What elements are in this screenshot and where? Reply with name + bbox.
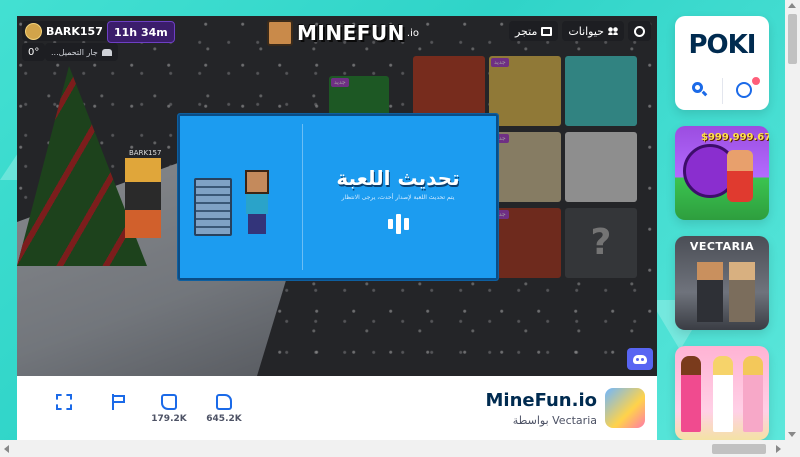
fullscreen-icon [56,394,72,410]
players-icon [101,48,112,56]
shop-icon [541,26,553,36]
profile-button[interactable] [736,82,752,98]
tile-money-label: $999,999.67 [701,132,769,143]
playtime-badge: 11h 34m [107,21,175,43]
pets-label: حيوانات [568,24,604,38]
recommended-game-tile[interactable]: VECTARIA [675,236,769,330]
tile-character [743,356,763,432]
scroll-left-arrow-icon[interactable] [4,445,9,453]
shop-button[interactable]: متجر [508,21,559,41]
vertical-scrollbar[interactable] [785,0,800,440]
recommended-game-tile[interactable] [675,346,769,440]
vertical-scroll-thumb[interactable] [788,14,797,64]
discord-icon [633,354,647,364]
scroll-down-arrow-icon[interactable] [788,432,796,437]
thumbs-down-icon [161,394,177,410]
pets-button[interactable]: حيوانات [562,21,624,41]
tile-title: VECTARIA [689,240,755,253]
search-icon [692,82,703,93]
divider [722,78,723,104]
flag-icon [112,394,128,410]
poki-logo[interactable]: POKI [675,30,769,60]
player-username: BARK157 [46,24,103,38]
runner-character [727,150,753,202]
tile-character [697,262,723,322]
game-title: MineFun.io [485,390,597,411]
discord-button[interactable] [627,348,653,370]
update-subtitle: يتم تحديث اللعبة لإصدار أحدث، يرجى الانت… [341,194,455,201]
notification-dot [751,76,761,86]
logo-text: MINEFUN [297,21,405,45]
horizontal-scroll-thumb[interactable] [712,444,766,454]
dialog-divider [302,124,303,270]
playtime-text: 11h 34m [114,25,168,39]
loading-indicator: ...جار التحميل [45,43,118,61]
like-button[interactable]: 645.2K [206,394,242,434]
dislike-button[interactable]: 179.2K [151,394,187,434]
shop-label: متجر [514,24,538,38]
rotation-text: 0° [28,46,40,58]
recommended-game-tile[interactable]: $999,999.67 [675,126,769,220]
game-developer[interactable]: بواسطة Vectaria [513,414,597,427]
update-dialog: تحديث اللعبة يتم تحديث اللعبة لإصدار أحد… [177,113,499,281]
logo-face-icon [267,20,293,46]
poki-nav-card: POKI [675,16,769,110]
tile-character [681,356,701,432]
loading-spinner-icon [383,214,413,234]
like-count: 645.2K [206,414,242,424]
settings-button[interactable] [628,21,651,41]
update-title: تحديث اللعبة [336,166,460,190]
tile-character [729,262,755,322]
paw-icon [608,27,618,35]
player-avatar-icon [25,22,42,40]
tile-character [713,356,733,432]
server-icon [194,178,232,236]
loading-text: ...جار التحميل [51,47,98,57]
player-name-badge: BARK157 [22,21,109,41]
report-button[interactable] [105,394,135,434]
horizontal-scrollbar[interactable] [0,440,800,457]
scroll-right-arrow-icon[interactable] [776,445,781,453]
game-info-bar: 179.2K 645.2K MineFun.io بواسطة Vectaria [17,376,657,440]
update-illustration [190,164,290,236]
rotation-indicator: 0° [22,43,46,61]
scroll-up-arrow-icon[interactable] [788,3,796,8]
logo-suffix: .io [406,27,419,39]
dislike-count: 179.2K [151,414,187,424]
game-thumbnail-icon [605,388,645,428]
steve-character [244,170,270,234]
fullscreen-button[interactable] [49,394,79,434]
player-character [125,158,161,238]
thumbs-up-icon [216,394,232,410]
game-frame[interactable]: جديد جديد جديد جديد ? BARK157 11h 34m 0°… [17,16,657,376]
minefun-logo: MINEFUN .io [267,20,419,46]
search-button[interactable] [692,82,708,98]
player-nametag: BARK157 [129,149,162,157]
gear-icon [634,25,645,37]
top-right-menu: متجر حيوانات [508,21,651,41]
